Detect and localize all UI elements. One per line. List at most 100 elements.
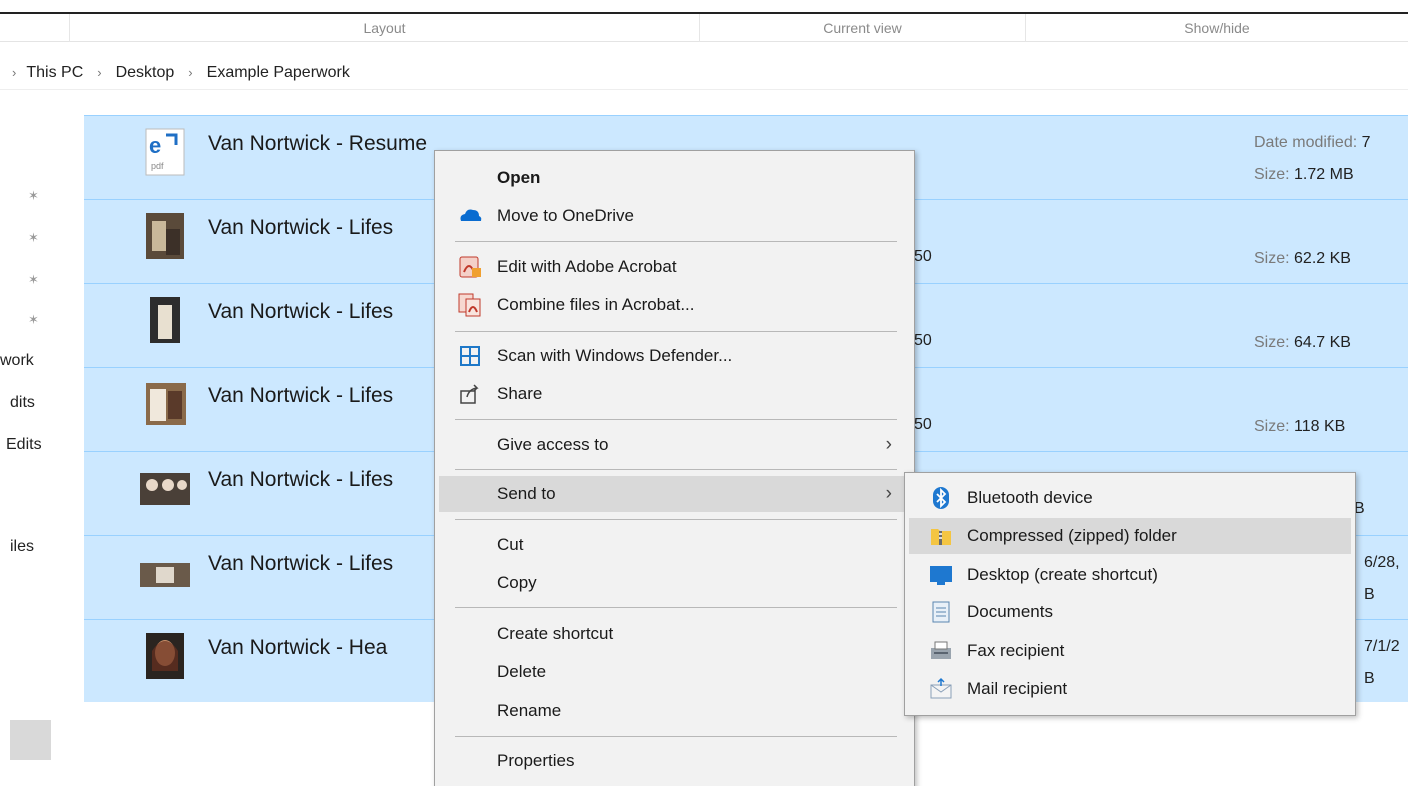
menu-item-create-shortcut[interactable]: Create shortcut <box>439 616 910 652</box>
size-value: 64.7 KB <box>1294 334 1351 351</box>
chevron-right-icon[interactable]: › <box>12 65 16 80</box>
menu-item-label: Send to <box>497 484 556 503</box>
menu-separator <box>455 469 897 470</box>
nav-item-files[interactable]: iles <box>10 538 34 556</box>
breadcrumb-desktop[interactable]: Desktop <box>116 64 175 82</box>
menu-item-copy[interactable]: Copy <box>439 565 910 601</box>
bluetooth-icon <box>933 487 949 509</box>
size-label: Size: <box>1254 334 1290 351</box>
photo-thumbnail <box>140 563 190 587</box>
menu-item-label: Open <box>497 168 541 187</box>
menu-item-label: Delete <box>497 662 547 681</box>
svg-text:pdf: pdf <box>151 161 164 171</box>
menu-separator <box>455 607 897 608</box>
navigation-pane: ✶ ✶ ✶ ✶ work dits Edits iles <box>0 100 80 786</box>
submenu-item-label: Mail recipient <box>967 679 1068 698</box>
nav-item-dits[interactable]: dits <box>10 394 35 412</box>
size-value: 62.2 KB <box>1294 250 1351 267</box>
photo-thumbnail <box>146 213 184 259</box>
submenu-item-mail-recipient[interactable]: Mail recipient <box>909 671 1351 707</box>
svg-text:e: e <box>149 133 161 158</box>
size-label: Size: <box>1254 166 1290 183</box>
photo-thumbnail <box>146 383 186 425</box>
size-label: Size: <box>1254 418 1290 435</box>
submenu-item-documents[interactable]: Documents <box>909 594 1351 630</box>
date-label: Date modified: <box>1254 134 1358 151</box>
ribbon-group-spacer <box>0 14 70 42</box>
address-bar[interactable]: › This PC › Desktop › Example Paperwork <box>0 56 1408 90</box>
menu-separator <box>455 419 897 420</box>
file-size: Size: 62.2 KB <box>1254 250 1351 268</box>
photo-thumbnail <box>146 633 184 679</box>
menu-item-label: Give access to <box>497 435 609 454</box>
submenu-item-label: Desktop (create shortcut) <box>967 565 1158 584</box>
pin-icon: ✶ <box>28 188 39 203</box>
nav-item-edits[interactable]: Edits <box>6 436 42 454</box>
file-name[interactable]: Van Nortwick - Hea <box>208 636 387 660</box>
chevron-right-icon: › <box>885 483 892 504</box>
menu-item-scan-defender[interactable]: Scan with Windows Defender... <box>439 338 910 374</box>
menu-item-combine-files[interactable]: Combine files in Acrobat... <box>439 287 910 323</box>
menu-item-label: Copy <box>497 573 537 592</box>
file-name[interactable]: Van Nortwick - Lifes <box>208 552 393 576</box>
submenu-item-fax-recipient[interactable]: Fax recipient <box>909 633 1351 669</box>
menu-item-properties[interactable]: Properties <box>439 743 910 779</box>
truncated-size: B <box>1364 670 1375 687</box>
submenu-item-bluetooth[interactable]: Bluetooth device <box>909 480 1351 516</box>
menu-separator <box>455 736 897 737</box>
menu-item-give-access-to[interactable]: Give access to › <box>439 427 910 463</box>
ribbon-group-labels: Layout Current view Show/hide <box>0 14 1408 42</box>
chevron-right-icon[interactable]: › <box>188 65 192 80</box>
truncated-date: 50 <box>914 416 932 433</box>
menu-item-label: Cut <box>497 535 524 554</box>
ribbon-group-current-view: Current view <box>700 14 1026 42</box>
breadcrumb-example-paperwork[interactable]: Example Paperwork <box>207 64 350 82</box>
desktop-icon <box>930 566 952 585</box>
size-label: Size: <box>1254 250 1290 267</box>
nav-item-work[interactable]: work <box>0 352 34 370</box>
menu-item-label: Share <box>497 384 543 403</box>
file-name[interactable]: Van Nortwick - Resume <box>208 132 427 156</box>
menu-item-cut[interactable]: Cut <box>439 527 910 563</box>
share-icon <box>460 384 479 404</box>
menu-item-share[interactable]: Share <box>439 376 910 412</box>
send-to-submenu: Bluetooth device Compressed (zipped) fol… <box>904 472 1356 716</box>
truncated-date: 50 <box>914 248 932 265</box>
menu-item-label: Edit with Adobe Acrobat <box>497 257 677 276</box>
chevron-right-icon: › <box>885 434 892 455</box>
photo-thumbnail <box>140 473 190 505</box>
file-name[interactable]: Van Nortwick - Lifes <box>208 384 393 408</box>
truncated-size: B <box>1364 586 1375 603</box>
pdf-file-icon: e pdf <box>145 128 185 176</box>
size-value: 1.72 MB <box>1294 166 1354 183</box>
menu-item-delete[interactable]: Delete <box>439 654 910 690</box>
file-name[interactable]: Van Nortwick - Lifes <box>208 468 393 492</box>
acrobat-icon <box>459 256 481 278</box>
menu-item-label: Rename <box>497 701 562 720</box>
submenu-item-label: Documents <box>967 602 1053 621</box>
date-value: 7 <box>1361 134 1371 151</box>
menu-item-edit-with-acrobat[interactable]: Edit with Adobe Acrobat <box>439 249 910 285</box>
breadcrumb-this-pc[interactable]: This PC <box>26 64 83 82</box>
onedrive-icon <box>460 209 482 221</box>
scrollbar-thumb[interactable] <box>10 720 51 760</box>
file-name[interactable]: Van Nortwick - Lifes <box>208 216 393 240</box>
menu-item-rename[interactable]: Rename <box>439 693 910 729</box>
fax-icon <box>931 641 951 659</box>
documents-icon <box>932 601 950 623</box>
menu-separator <box>455 331 897 332</box>
menu-item-open[interactable]: Open <box>439 160 910 196</box>
context-menu: Open Move to OneDrive Edit with Adobe Ac… <box>434 150 915 786</box>
submenu-item-label: Compressed (zipped) folder <box>967 526 1177 545</box>
chevron-right-icon[interactable]: › <box>97 65 101 80</box>
submenu-item-desktop-shortcut[interactable]: Desktop (create shortcut) <box>909 557 1351 593</box>
mail-icon <box>930 677 952 699</box>
menu-item-send-to[interactable]: Send to › <box>439 476 910 512</box>
file-name[interactable]: Van Nortwick - Lifes <box>208 300 393 324</box>
menu-separator <box>455 241 897 242</box>
menu-item-move-to-onedrive[interactable]: Move to OneDrive <box>439 198 910 234</box>
submenu-item-label: Fax recipient <box>967 641 1065 660</box>
windows-defender-icon <box>460 346 480 366</box>
submenu-item-compressed-folder[interactable]: Compressed (zipped) folder <box>909 518 1351 554</box>
truncated-date: 7/1/2 <box>1364 638 1400 655</box>
